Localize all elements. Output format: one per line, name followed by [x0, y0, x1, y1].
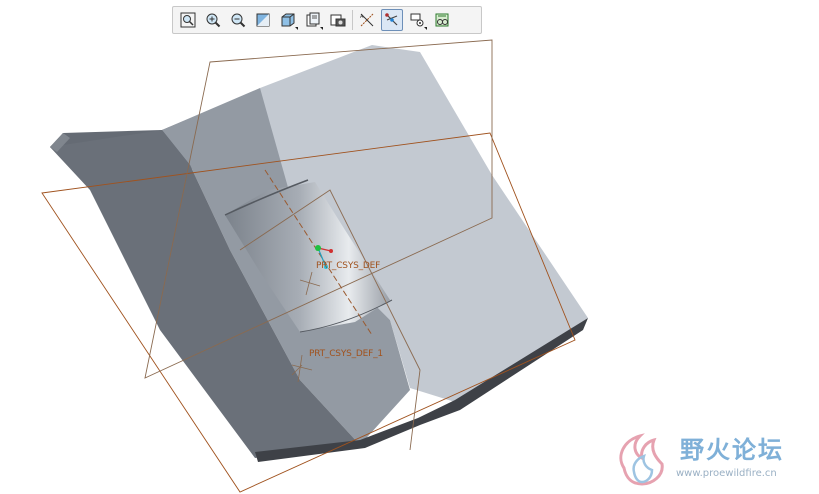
display-style-icon: [281, 13, 295, 27]
saved-views-button[interactable]: [302, 9, 324, 31]
datum-points-button[interactable]: [406, 9, 428, 31]
csys-display-icon: [435, 13, 449, 27]
zoom-fit-icon: [180, 12, 196, 28]
datum-axes-icon: [385, 13, 398, 26]
saved-views-icon: [306, 12, 320, 27]
display-style-button[interactable]: [277, 9, 299, 31]
datum-points-icon: [410, 13, 424, 27]
csys-label-secondary[interactable]: PRT_CSYS_DEF_1: [309, 349, 383, 359]
side-panel: [635, 0, 819, 494]
datum-planes-button[interactable]: A: [356, 9, 378, 31]
repaint-button[interactable]: [252, 9, 274, 31]
watermark: 野火论坛 www.proewildfire.cn: [610, 428, 815, 488]
view-manager-icon: [330, 14, 346, 27]
view-toolbar: A: [172, 6, 482, 34]
datum-axes-button[interactable]: [381, 9, 403, 31]
watermark-url: www.proewildfire.cn: [676, 468, 777, 479]
zoom-out-icon: [231, 13, 246, 28]
toolbar-separator: [352, 10, 353, 30]
csys-label-primary[interactable]: PRT_CSYS_DEF: [316, 261, 380, 271]
repaint-icon: [256, 13, 270, 27]
watermark-title: 野火论坛: [680, 436, 784, 464]
flame-logo-icon: [619, 433, 664, 486]
csys-display-button[interactable]: [431, 9, 453, 31]
model-viewport[interactable]: [0, 0, 635, 494]
zoom-out-button[interactable]: [227, 9, 249, 31]
zoom-fit-button[interactable]: [177, 9, 199, 31]
view-manager-button[interactable]: [327, 9, 349, 31]
zoom-in-icon: [206, 13, 221, 28]
datum-planes-icon: A: [360, 13, 374, 27]
graphics-window[interactable]: PRT_CSYS_DEF PRT_CSYS_DEF_1: [0, 0, 635, 494]
zoom-in-button[interactable]: [202, 9, 224, 31]
svg-text:A: A: [360, 14, 364, 20]
